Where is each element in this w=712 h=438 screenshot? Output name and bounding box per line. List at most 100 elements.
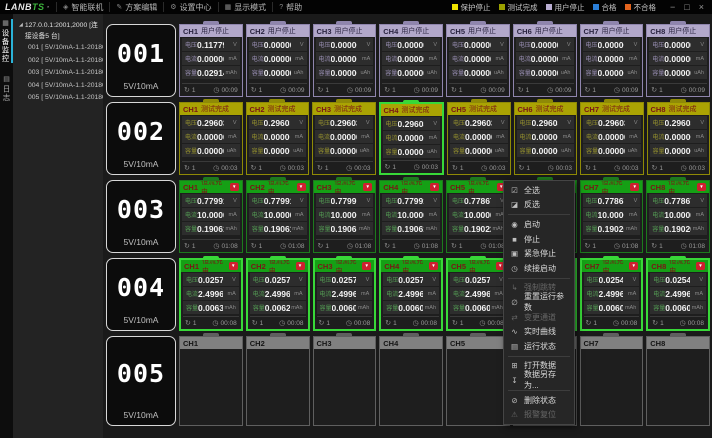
channel-card-001-CH8[interactable]: CH8用户停止电压0.00000V电流0.00000mA容量0.00000uAh… bbox=[646, 24, 710, 97]
channel-card-005-CH5[interactable]: CH5 bbox=[446, 336, 510, 426]
field-label-capacity: 容量 bbox=[386, 147, 398, 156]
menu-item-实时曲线[interactable]: ∿实时曲线 bbox=[504, 324, 574, 339]
channel-card-003-CH8[interactable]: CH8恒流充电▼电压0.77867V电流10.0000mA容量0.19020mA… bbox=[646, 180, 710, 253]
channel-card-004-CH2[interactable]: CH2恒流充电▼电压0.02573V电流2.49969mA容量0.00622mA… bbox=[246, 258, 310, 331]
channel-card-002-CH2[interactable]: CH2测试完成电压0.29603V电流0.00000mA容量0.00000uAh… bbox=[246, 102, 310, 175]
channel-card-002-CH8[interactable]: CH8测试完成电压0.29603V电流0.00000mA容量0.00000uAh… bbox=[647, 102, 711, 175]
channel-card-002-CH6[interactable]: CH6测试完成电压0.29603V电流0.00000mA容量0.00000uAh… bbox=[514, 102, 578, 175]
channel-card-001-CH7[interactable]: CH7用户停止电压0.00000V电流0.00000mA容量0.00000uAh… bbox=[580, 24, 644, 97]
channel-card-003-CH1[interactable]: CH1恒流充电▼电压0.77991V电流10.0000mA容量0.19061mA… bbox=[179, 180, 243, 253]
channel-card-004-CH1[interactable]: CH1恒流充电▼电压0.02573V电流2.49969mA容量0.00634mA… bbox=[179, 258, 243, 331]
channel-card-004-CH5[interactable]: CH5恒流充电▼电压0.02573V电流2.49969mA容量0.00608mA… bbox=[446, 258, 510, 331]
channel-card-003-CH5[interactable]: CH5恒流充电▼电压0.77867V电流10.0000mA容量0.19022mA… bbox=[446, 180, 510, 253]
channel-voltage-unit: V bbox=[490, 277, 503, 283]
device-card-005[interactable]: 0055V/10mA bbox=[106, 336, 176, 426]
channel-current-unit: mA bbox=[490, 291, 503, 297]
menubar-item-帮助[interactable]: ?帮助 bbox=[272, 2, 308, 12]
channel-card-005-CH1[interactable]: CH1 bbox=[179, 336, 243, 426]
channel-card-005-CH2[interactable]: CH2 bbox=[246, 336, 310, 426]
channel-header: CH7恒流充电▼ bbox=[582, 260, 642, 272]
channel-card-003-CH4[interactable]: CH4恒流充电▼电压0.77991V电流10.0000mA容量0.19061mA… bbox=[379, 180, 443, 253]
tree-expander-icon[interactable]: ◢ bbox=[19, 20, 23, 31]
channel-card-001-CH1[interactable]: CH1用户停止电压0.11779V电流0.00000mA容量0.02914mAh… bbox=[179, 24, 243, 97]
channel-card-001-CH3[interactable]: CH3用户停止电压0.00000V电流0.00000mA容量0.00000uAh… bbox=[313, 24, 377, 97]
channel-card-004-CH4[interactable]: CH4恒流充电▼电压0.02573V电流2.49969mA容量0.00609mA… bbox=[379, 258, 443, 331]
device-card-002[interactable]: 0025V/10mA bbox=[106, 102, 176, 175]
channel-card-005-CH7[interactable]: CH7 bbox=[580, 336, 644, 426]
channel-card-005-CH4[interactable]: CH4 bbox=[379, 336, 443, 426]
minimize-button[interactable]: − bbox=[670, 2, 675, 12]
legend-label: 保护停止 bbox=[461, 2, 491, 13]
tree-root-node[interactable]: ◢ 127.0.0.1:2001,2000 [连接设备5 台] bbox=[13, 20, 103, 42]
menu-item-label: 紧急停止 bbox=[524, 248, 556, 259]
gear-icon: ⚙ bbox=[170, 3, 176, 11]
field-label-voltage: 电压 bbox=[452, 196, 464, 205]
legend-label: 用户停止 bbox=[555, 2, 585, 13]
loop-counter: ↻1 bbox=[319, 319, 331, 327]
clock-icon: ◷ bbox=[213, 243, 219, 250]
loop-count-value: 1 bbox=[192, 165, 196, 172]
channel-voltage-row: 电压0.02542V bbox=[650, 273, 706, 286]
channel-card-002-CH5[interactable]: CH5测试完成电压0.29603V电流0.00000mA容量0.00000uAh… bbox=[447, 102, 511, 175]
channel-current-unit: mA bbox=[492, 134, 505, 140]
channel-card-005-CH3[interactable]: CH3 bbox=[313, 336, 377, 426]
channel-voltage-value: 0.77991 bbox=[397, 196, 424, 206]
menubar-item-显示模式[interactable]: ▦显示模式 bbox=[218, 2, 273, 12]
tree-device-node[interactable]: 001 [ 5V/10mA-1.1-20180501001 ] bbox=[13, 42, 103, 55]
tree-device-node[interactable]: 002 [ 5V/10mA-1.1-20180501002 ] bbox=[13, 55, 103, 68]
menu-item-重置运行参数[interactable]: ∅重置运行参数 bbox=[504, 295, 574, 310]
channel-capacity-value: 0.00634 bbox=[198, 303, 223, 313]
sidebar-tab-日志[interactable]: ▤日志 bbox=[1, 75, 12, 102]
channel-card-001-CH2[interactable]: CH2用户停止电压0.00000V电流0.00000mA容量0.00000uAh… bbox=[246, 24, 310, 97]
menubar-item-智能联机[interactable]: ◈智能联机 bbox=[56, 2, 109, 12]
channel-voltage-row: 电压0.77867V bbox=[449, 194, 507, 207]
sidebar-tab-设备监控[interactable]: ▦设备监控 bbox=[0, 19, 13, 63]
menubar-item-方案编辑[interactable]: ✎方案编辑 bbox=[109, 2, 163, 12]
channel-card-004-CH3[interactable]: CH3恒流充电▼电压0.02573V电流2.49969mA容量0.00609mA… bbox=[313, 258, 377, 331]
menu-item-紧急停止[interactable]: ▣紧急停止 bbox=[504, 246, 574, 261]
channel-card-004-CH7[interactable]: CH7恒流充电▼电压0.02542V电流2.49969mA容量0.00608mA… bbox=[580, 258, 644, 331]
charging-icon: ▼ bbox=[429, 262, 438, 270]
menu-item-续接启动[interactable]: ◷续接启动 bbox=[504, 261, 574, 276]
device-card-004[interactable]: 0045V/10mA bbox=[106, 258, 176, 331]
close-button[interactable]: × bbox=[699, 2, 704, 12]
tree-device-node[interactable]: 004 [ 5V/10mA-1.1-20180501004 ] bbox=[13, 80, 103, 93]
channel-name: CH4 bbox=[384, 262, 399, 271]
menubar-item-设置中心[interactable]: ⚙设置中心 bbox=[163, 2, 217, 12]
loop-counter: ↻1 bbox=[251, 86, 263, 94]
menu-item-数据另存为...[interactable]: ↧数据另存为... bbox=[504, 373, 574, 388]
elapsed-time-value: 00:09 bbox=[221, 87, 237, 94]
menu-item-反选[interactable]: ◪反选 bbox=[504, 198, 574, 213]
channel-card-002-CH4[interactable]: CH4测试完成电压0.29603V电流0.00000mA容量0.00000uAh… bbox=[379, 102, 445, 175]
menu-item-运行状态[interactable]: ▤运行状态 bbox=[504, 339, 574, 354]
menu-item-停止[interactable]: ■停止 bbox=[504, 232, 574, 247]
channel-status: 用户停止 bbox=[201, 26, 229, 36]
channel-card-001-CH6[interactable]: CH6用户停止电压0.00000V电流0.00000mA容量0.00000uAh… bbox=[513, 24, 577, 97]
channel-capacity-unit: mAh bbox=[357, 226, 370, 232]
channel-card-004-CH8[interactable]: CH8恒流充电▼电压0.02542V电流2.49969mA容量0.00608mA… bbox=[646, 258, 710, 331]
channel-card-003-CH7[interactable]: CH7恒流充电▼电压0.77867V电流10.0000mA容量0.19020mA… bbox=[580, 180, 644, 253]
channel-card-001-CH4[interactable]: CH4用户停止电压0.00000V电流0.00000mA容量0.00000uAh… bbox=[379, 24, 443, 97]
tree-device-node[interactable]: 005 [ 5V/10mA-1.1-20180501005 ] bbox=[13, 92, 103, 105]
channel-card-003-CH3[interactable]: CH3恒流充电▼电压0.77991V电流10.0000mA容量0.19061mA… bbox=[313, 180, 377, 253]
channel-card-002-CH1[interactable]: CH1测试完成电压0.29603V电流0.00000mA容量0.00000uAh… bbox=[179, 102, 243, 175]
device-card-001[interactable]: 0015V/10mA bbox=[106, 24, 176, 97]
channel-footer: ↻1◷01:08 bbox=[649, 239, 707, 251]
restore-button[interactable]: □ bbox=[684, 2, 689, 12]
channel-voltage-row: 电压0.02542V bbox=[584, 273, 640, 286]
channel-capacity-row: 容量0.00000uAh bbox=[583, 66, 641, 79]
device-card-003[interactable]: 0035V/10mA bbox=[106, 180, 176, 253]
menu-item-启动[interactable]: ◉启动 bbox=[504, 217, 574, 232]
menu-item-删除状态[interactable]: ⊘删除状态 bbox=[504, 393, 574, 408]
menu-item-全选[interactable]: ☑全选 bbox=[504, 183, 574, 198]
channel-card-001-CH5[interactable]: CH5用户停止电压0.00000V电流0.00000mA容量0.00000uAh… bbox=[446, 24, 510, 97]
legend-item-不合格: 不合格 bbox=[625, 2, 657, 13]
channel-card-002-CH7[interactable]: CH7测试完成电压0.29603V电流0.00000mA容量0.00000uAh… bbox=[580, 102, 644, 175]
channel-card-003-CH2[interactable]: CH2恒流充电▼电压0.77991V电流10.0000mA容量0.19061mA… bbox=[246, 180, 310, 253]
channel-card-005-CH8[interactable]: CH8 bbox=[646, 336, 710, 426]
loop-icon: ↻ bbox=[585, 165, 591, 172]
channel-card-002-CH3[interactable]: CH3测试完成电压0.29603V电流0.00000mA容量0.00000uAh… bbox=[312, 102, 376, 175]
channel-capacity-row: 容量0.00000uAh bbox=[249, 66, 307, 79]
field-label-current: 电流 bbox=[452, 54, 464, 63]
tree-device-node[interactable]: 003 [ 5V/10mA-1.1-20180501003 ] bbox=[13, 67, 103, 80]
